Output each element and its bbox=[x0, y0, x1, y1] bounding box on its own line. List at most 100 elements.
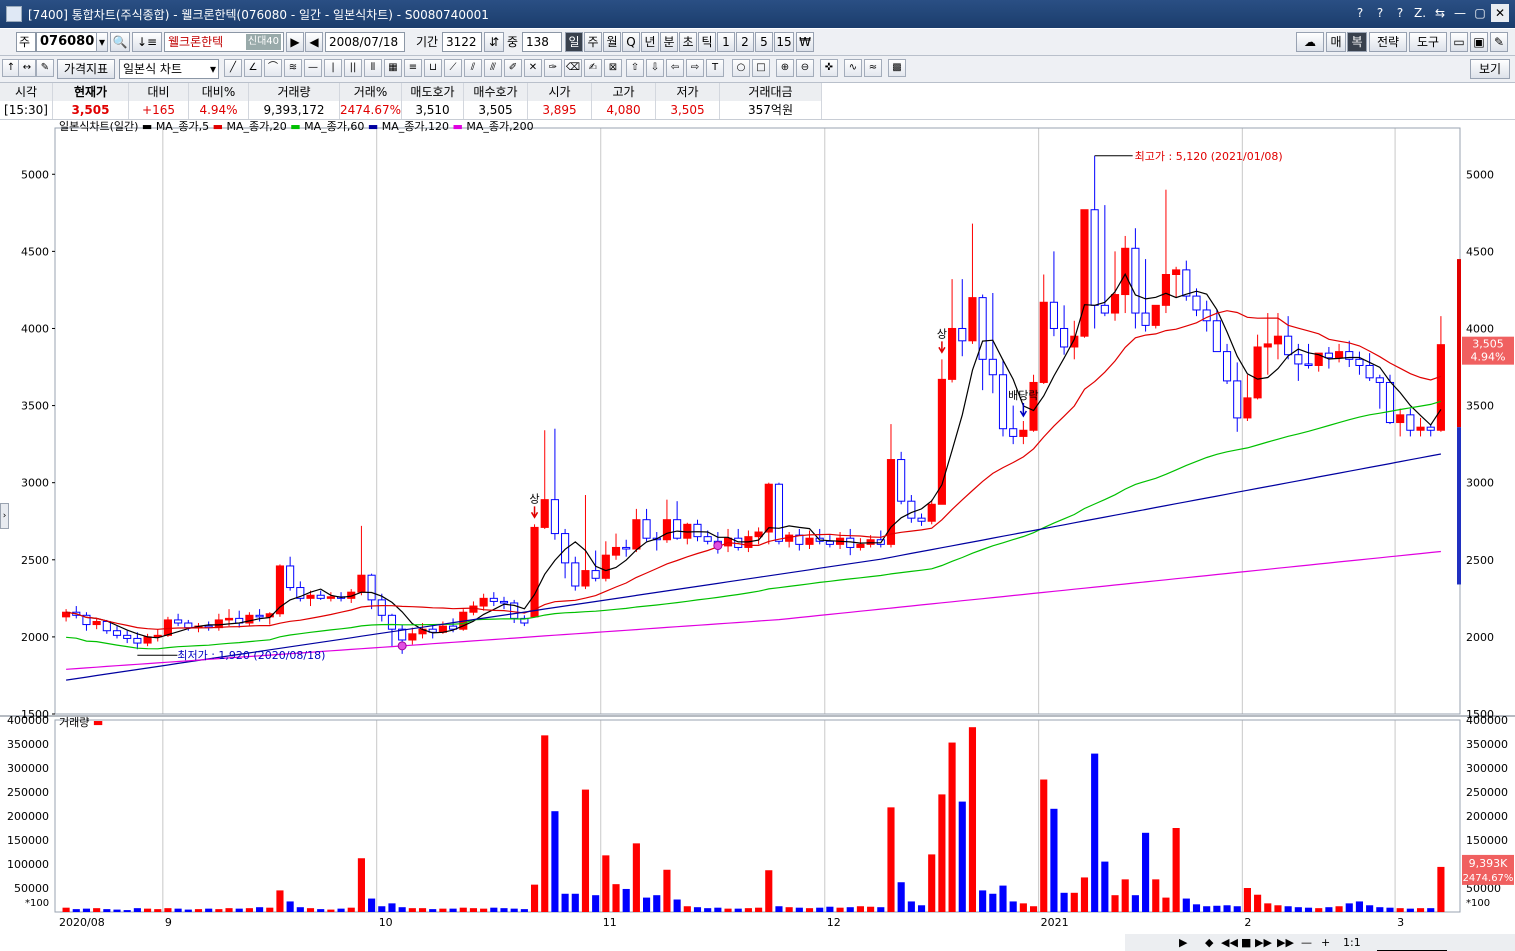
period-day-tab[interactable]: 일 bbox=[565, 32, 583, 52]
grid-tool-icon[interactable]: ▦ bbox=[384, 59, 402, 77]
pattern-icon[interactable]: ≈ bbox=[864, 59, 882, 77]
strategy-button[interactable]: 전략 bbox=[1369, 32, 1407, 52]
amount-value: 357억원 bbox=[720, 101, 822, 119]
minimize-button[interactable]: — bbox=[1451, 4, 1469, 22]
period-15-tab[interactable]: 15 bbox=[774, 32, 794, 52]
cycle-tool-icon[interactable]: ⊔ bbox=[424, 59, 442, 77]
settings-icon[interactable]: ✎ bbox=[1490, 32, 1508, 52]
text-tool-icon[interactable]: T bbox=[706, 59, 724, 77]
zoom-ratio[interactable]: 1:1 bbox=[1343, 935, 1361, 950]
zoom-out-icon[interactable]: ⊖ bbox=[796, 59, 814, 77]
volume-bar bbox=[643, 897, 651, 912]
period-minute-tab[interactable]: 분 bbox=[660, 32, 678, 52]
tools-button[interactable]: 도구 bbox=[1409, 32, 1447, 52]
zoom-icon[interactable]: Z. bbox=[1411, 4, 1429, 22]
arrow-right-icon[interactable]: ⇨ bbox=[686, 59, 704, 77]
period-tick-tab[interactable]: 틱 bbox=[698, 32, 716, 52]
candle-body bbox=[184, 622, 193, 629]
circle-tool-icon[interactable]: ○ bbox=[732, 59, 750, 77]
zoom-minus-icon[interactable]: — bbox=[1301, 935, 1312, 950]
view-button[interactable]: 보기 bbox=[1470, 59, 1510, 79]
prev-icon[interactable]: ◀ bbox=[305, 32, 323, 52]
period-month-tab[interactable]: 월 bbox=[603, 32, 621, 52]
wave-icon[interactable]: ∿ bbox=[844, 59, 862, 77]
won-icon[interactable]: ₩ bbox=[796, 32, 814, 52]
period-second-tab[interactable]: 초 bbox=[679, 32, 697, 52]
maximize-button[interactable]: ▢ bbox=[1471, 4, 1489, 22]
fibo-tool-icon[interactable]: ≡ bbox=[404, 59, 422, 77]
cross-tool-icon[interactable]: ✕ bbox=[524, 59, 542, 77]
volume-bar bbox=[653, 895, 661, 912]
cloud-icon[interactable]: ☁ bbox=[1296, 32, 1324, 52]
home-icon[interactable]: ◆ bbox=[1205, 935, 1213, 950]
vline-tool-icon[interactable]: | bbox=[324, 59, 342, 77]
play-icon[interactable]: ▶ bbox=[1179, 935, 1187, 950]
period-adjust-icon[interactable]: ⇵ bbox=[484, 32, 504, 52]
fan-tool-icon[interactable]: ≋ bbox=[284, 59, 302, 77]
pen-tool-icon[interactable]: ✐ bbox=[504, 59, 522, 77]
zoom-slider[interactable] bbox=[1377, 935, 1447, 951]
period-year-tab[interactable]: 년 bbox=[641, 32, 659, 52]
parallel-tool-icon[interactable]: ⫻ bbox=[484, 59, 502, 77]
vlines-tool-icon[interactable]: || bbox=[344, 59, 362, 77]
marker-tool-icon[interactable]: ✑ bbox=[544, 59, 562, 77]
image-icon[interactable]: ▩ bbox=[888, 59, 906, 77]
arrow-down-icon[interactable]: ⇩ bbox=[646, 59, 664, 77]
candle-body bbox=[693, 523, 702, 538]
market-select[interactable]: 주 bbox=[16, 32, 36, 52]
info-icon[interactable]: ? bbox=[1391, 4, 1409, 22]
stop-icon[interactable]: ■ bbox=[1241, 935, 1251, 950]
volume-bar bbox=[581, 789, 590, 912]
rect-tool-icon[interactable]: □ bbox=[752, 59, 770, 77]
sort-icon[interactable]: ↓≡ bbox=[132, 32, 162, 52]
candle-body bbox=[1131, 247, 1140, 314]
link-icon[interactable]: ⇆ bbox=[1431, 4, 1449, 22]
period-5-tab[interactable]: 5 bbox=[755, 32, 773, 52]
trend-tool-icon[interactable]: ⟋ bbox=[444, 59, 462, 77]
zoom-plus-icon[interactable]: + bbox=[1321, 935, 1330, 950]
indicator-button[interactable]: 가격지표 bbox=[57, 59, 115, 79]
skip-icon[interactable]: ▶▶ bbox=[1277, 935, 1294, 950]
stock-name-field[interactable]: 웰크론한텍 신대40 bbox=[164, 32, 284, 52]
expand-panel-icon[interactable]: › bbox=[0, 503, 9, 529]
search-icon[interactable]: 🔍 bbox=[110, 32, 130, 52]
period-1-tab[interactable]: 1 bbox=[717, 32, 735, 52]
period-week-tab[interactable]: 주 bbox=[584, 32, 602, 52]
arc-tool-icon[interactable]: ⌒ bbox=[264, 59, 282, 77]
zoom-in-icon[interactable]: ⊕ bbox=[776, 59, 794, 77]
expand-icon[interactable]: ↔ bbox=[18, 59, 36, 77]
save-icon[interactable]: ▣ bbox=[1470, 32, 1488, 52]
channel-tool-icon[interactable]: ⫽ bbox=[464, 59, 482, 77]
rewind-icon[interactable]: ◀◀ bbox=[1221, 935, 1238, 950]
period-quarter-tab[interactable]: Q bbox=[622, 32, 640, 52]
price-chart[interactable]: 1500 15002000 20002500 25003000 30003500 3500… bbox=[0, 120, 1515, 934]
eraser-tool-icon[interactable]: ⌫ bbox=[564, 59, 582, 77]
period-input[interactable]: 3122 bbox=[442, 32, 482, 52]
arrow-left-icon[interactable]: ⇦ bbox=[666, 59, 684, 77]
volume-bar bbox=[632, 843, 640, 912]
crosshair-icon[interactable]: ✜ bbox=[820, 59, 838, 77]
arrow-up-icon[interactable]: ⇧ bbox=[626, 59, 644, 77]
compound-button[interactable]: 복 bbox=[1347, 32, 1367, 52]
next-icon[interactable]: ▶ bbox=[286, 32, 304, 52]
trade-button[interactable]: 매 bbox=[1326, 32, 1346, 52]
volume-bar bbox=[500, 908, 508, 912]
chart-type-select[interactable]: 일본식 차트 ▾ bbox=[119, 59, 219, 79]
close-button[interactable]: ✕ bbox=[1491, 4, 1509, 22]
candle-body bbox=[1121, 247, 1130, 296]
note-tool-icon[interactable]: ✍ bbox=[584, 59, 602, 77]
count-input[interactable]: 138 bbox=[522, 32, 562, 52]
code-dropdown-icon[interactable]: ▾ bbox=[96, 32, 108, 52]
fast-forward-icon[interactable]: ▶▶ bbox=[1255, 935, 1272, 950]
date-input[interactable]: 2008/07/18 bbox=[325, 32, 405, 52]
help-icon[interactable]: ? bbox=[1351, 4, 1369, 22]
line-tool-icon[interactable]: ╱ bbox=[224, 59, 242, 77]
question-icon[interactable]: ? bbox=[1371, 4, 1389, 22]
period-2-tab[interactable]: 2 bbox=[736, 32, 754, 52]
angle-tool-icon[interactable]: ∠ bbox=[244, 59, 262, 77]
edit-icon[interactable]: ✎ bbox=[36, 59, 54, 77]
open-icon[interactable]: ▭ bbox=[1450, 32, 1468, 52]
period-tool-icon[interactable]: ⦀ bbox=[364, 59, 382, 77]
box-tool-icon[interactable]: ⊠ bbox=[604, 59, 622, 77]
hline-tool-icon[interactable]: — bbox=[304, 59, 322, 77]
